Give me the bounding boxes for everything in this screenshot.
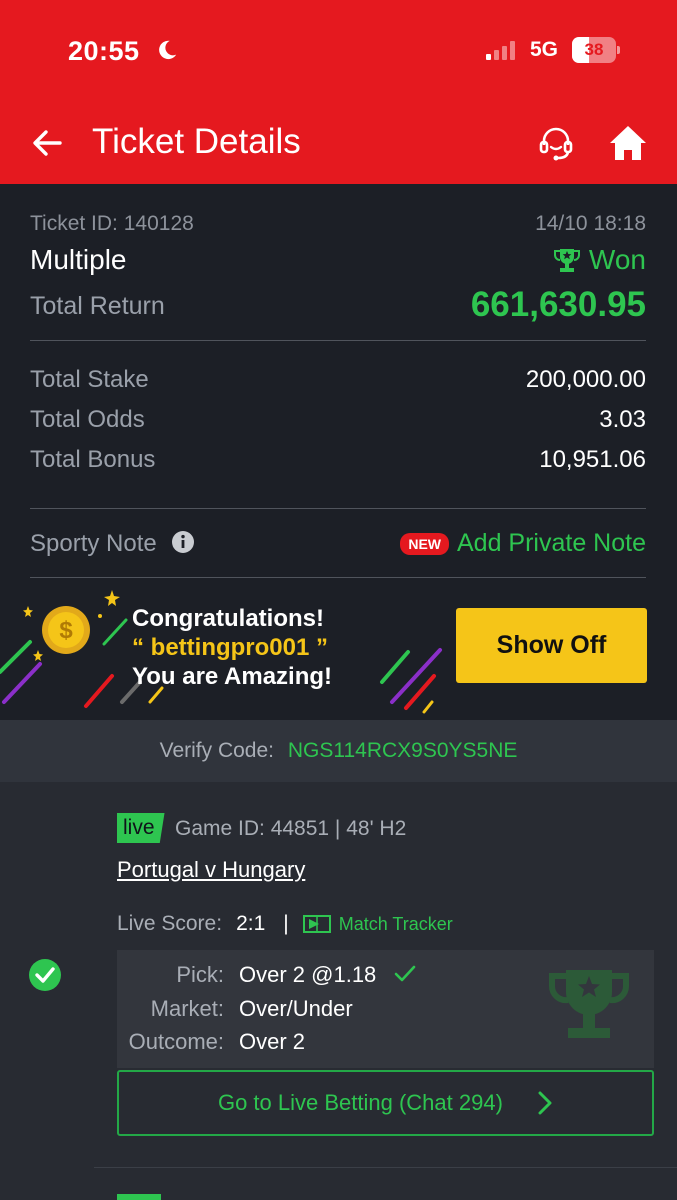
show-off-button[interactable]: Show Off [456,608,647,683]
live-score-value: 2:1 [236,912,266,935]
trophy-icon [553,249,580,272]
pick-value-wrap: Over 2 @1.18 [239,962,416,988]
congratulations-line3: You are Amazing! [132,663,333,690]
live-score-row: Live Score: 2:1 | Match Tracker [117,912,453,936]
total-return-row: Total Return 661,630.95 [30,285,646,324]
divider [30,508,646,509]
ticket-datetime: 14/10 18:18 [535,212,646,235]
ticket-id: Ticket ID: 140128 [30,212,194,235]
check-circle-icon [29,959,61,991]
live-score-label: Live Score: [117,912,223,935]
total-return-label: Total Return [30,292,165,320]
battery-level: 38 [584,40,604,59]
sporty-note-row: Sporty Note NEW Add Private Note [30,529,646,558]
home-icon[interactable] [608,124,648,162]
game-card: live Game ID: 44851 | 48' H2 Portugal v … [0,782,677,1200]
market-label: Market: [150,996,224,1021]
info-icon[interactable] [171,530,195,554]
pick-details: Pick: Over 2 @1.18 Market: Over/Under Ou… [117,950,654,1068]
total-odds-row: Total Odds 3.03 [30,406,646,434]
total-odds-label: Total Odds [30,406,145,433]
total-stake-value: 200,000.00 [525,366,646,393]
arrow-left-icon[interactable] [30,126,64,160]
ticket-type: Multiple [30,244,127,275]
status-text: Won [588,244,646,275]
app-header: 20:55 5G 38 Ticket Details [0,0,677,184]
chevron-right-icon [538,1091,552,1115]
live-betting-label: Go to Live Betting (Chat 294) [217,1090,503,1115]
username: “ bettingpro001 ” [132,634,329,661]
status-time: 20:55 [68,36,140,66]
ticket-type-row: Multiple Won [30,244,646,276]
verify-code-value[interactable]: NGS114RCX9S0YS5NE [288,739,518,762]
live-tag: live [117,813,165,843]
add-private-note-label: Add Private Note [457,529,646,557]
separator: | [283,912,289,935]
verify-code-bar: Verify Code: NGS114RCX9S0YS5NE [0,720,677,782]
total-stake-label: Total Stake [30,366,149,393]
check-icon [395,965,416,982]
new-badge: NEW [400,532,449,555]
outcome-value: Over 2 [239,1029,306,1054]
battery-icon: 38 [572,37,620,63]
moon-icon [159,40,177,60]
status-bar: 20:55 5G 38 [0,36,677,68]
game-id: Game ID: 44851 | 48' H2 [175,817,407,840]
ticket-id-row: Ticket ID: 140128 14/10 18:18 [30,212,646,236]
svg-text:$: $ [59,617,73,644]
divider [30,577,646,578]
headset-icon[interactable] [536,123,576,163]
total-stake-row: Total Stake 200,000.00 [30,366,646,394]
status-badge: Won [553,244,646,276]
match-link[interactable]: Portugal v Hungary [117,857,305,883]
outcome-label: Outcome: [128,1029,224,1054]
total-bonus-value: 10,951.06 [539,446,646,473]
ticket-summary: Ticket ID: 140128 14/10 18:18 Multiple W… [0,184,677,720]
match-tracker-label: Match Tracker [338,913,453,934]
total-odds-value: 3.03 [599,406,646,433]
signal-icon [486,40,515,60]
sporty-note-label: Sporty Note [30,530,157,557]
congratulations-line1: Congratulations! [132,605,324,632]
divider [94,1167,677,1168]
market-value: Over/Under [239,996,353,1021]
page-title: Ticket Details [92,122,301,161]
trophy-watermark-icon [548,970,630,1038]
pick-label: Pick: [176,962,224,987]
go-to-live-betting-button[interactable]: Go to Live Betting (Chat 294) [117,1070,654,1136]
divider [30,340,646,341]
match-tracker-icon [302,915,331,933]
total-return-value: 661,630.95 [470,285,646,324]
network-type: 5G [530,38,559,61]
congratulations-text: Congratulations! “ bettingpro001 ” You a… [132,604,332,691]
verify-code-label: Verify Code: [159,739,274,762]
next-live-tag [117,1194,161,1200]
pick-value: Over 2 @1.18 [239,962,377,987]
total-bonus-row: Total Bonus 10,951.06 [30,446,646,474]
navbar: Ticket Details [0,118,677,168]
add-private-note-button[interactable]: NEW Add Private Note [400,529,646,558]
total-bonus-label: Total Bonus [30,446,156,473]
match-tracker-button[interactable]: Match Tracker [302,913,453,935]
congratulations-banner: $ Congratulations! “ bettingpro001 ” You… [0,584,677,714]
